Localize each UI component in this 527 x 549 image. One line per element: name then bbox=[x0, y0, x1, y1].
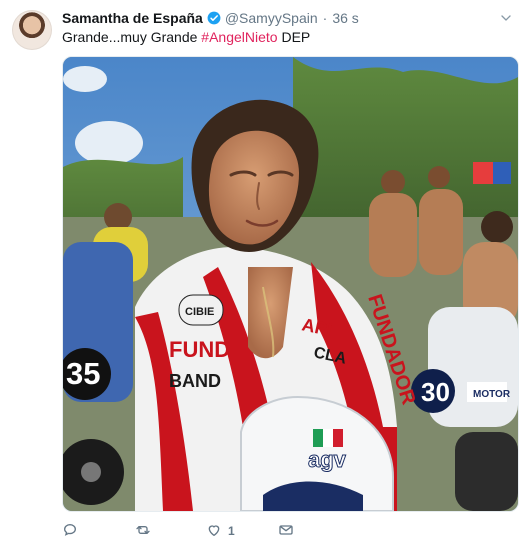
tweet-actions: 1 bbox=[62, 521, 362, 541]
like-count: 1 bbox=[228, 524, 235, 538]
suit-sponsor-3: BAND bbox=[169, 371, 221, 391]
envelope-icon bbox=[278, 522, 294, 541]
rider-number: 35 bbox=[66, 356, 100, 391]
bike-brand-text: MOTOR bbox=[473, 389, 511, 400]
author-handle[interactable]: @SamyySpain bbox=[225, 10, 318, 26]
helmet-brand: agv bbox=[308, 447, 347, 472]
reply-icon bbox=[62, 522, 78, 541]
suit-sponsor-2: FUND bbox=[169, 337, 230, 362]
tweet-header: Samantha de España @SamyySpain · 36 s bbox=[62, 9, 493, 27]
tweet-text: Grande...muy Grande #AngelNieto DEP bbox=[62, 28, 509, 46]
tweet[interactable]: Samantha de España @SamyySpain · 36 s Gr… bbox=[0, 0, 527, 549]
timestamp[interactable]: 36 s bbox=[332, 10, 358, 26]
tweet-text-before: Grande...muy Grande bbox=[62, 29, 202, 45]
tweet-photo[interactable]: 35 MOTOR 30 CIBIE FUND BAND API CLA FUND… bbox=[62, 56, 519, 512]
separator-dot: · bbox=[322, 10, 328, 26]
retweet-icon bbox=[134, 522, 152, 541]
reply-button[interactable] bbox=[62, 522, 134, 541]
retweet-button[interactable] bbox=[134, 522, 206, 541]
heart-icon bbox=[206, 522, 222, 541]
hashtag-link[interactable]: #AngelNieto bbox=[201, 29, 277, 45]
like-button[interactable]: 1 bbox=[206, 522, 278, 541]
author-name[interactable]: Samantha de España bbox=[62, 10, 203, 26]
chevron-down-icon[interactable] bbox=[499, 11, 513, 25]
direct-message-button[interactable] bbox=[278, 522, 350, 541]
bike-number: 30 bbox=[421, 377, 450, 407]
suit-sponsor-1: CIBIE bbox=[185, 306, 214, 318]
verified-badge-icon bbox=[207, 11, 221, 25]
tweet-text-after: DEP bbox=[277, 29, 311, 45]
avatar[interactable] bbox=[12, 10, 52, 50]
